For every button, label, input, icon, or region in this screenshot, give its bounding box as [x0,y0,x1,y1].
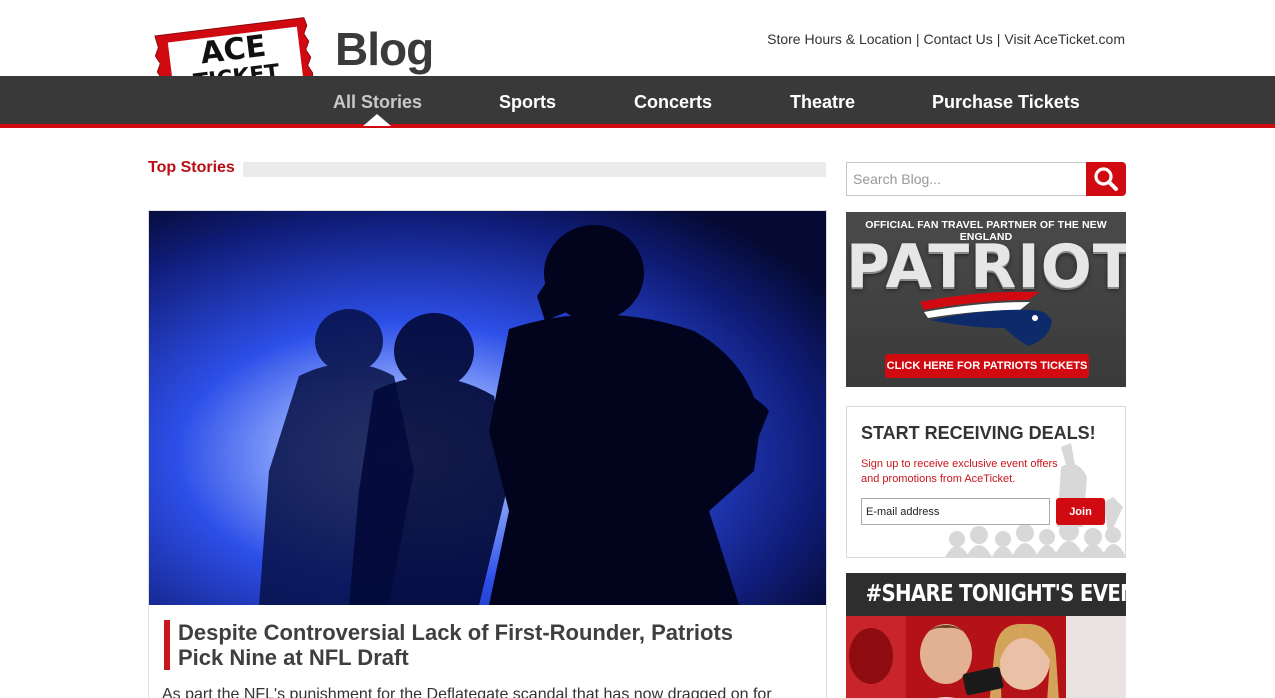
active-nav-caret [363,114,391,126]
email-field[interactable] [861,498,1050,525]
top-stories-title: Top Stories [148,159,235,176]
story-headline[interactable]: Despite Controversial Lack of First-Roun… [178,620,778,670]
join-button[interactable]: Join [1056,498,1105,525]
visit-aceticket-link[interactable]: Visit AceTicket.com [1004,31,1125,47]
nav-theatre[interactable]: Theatre [790,92,855,113]
patriots-logo-icon [920,288,1056,353]
nav-sports[interactable]: Sports [499,92,556,113]
nav-purchase-tickets[interactable]: Purchase Tickets [932,92,1080,113]
nav-concerts[interactable]: Concerts [634,92,712,113]
fans-photo [846,616,1126,698]
contact-us-link[interactable]: Contact Us [924,31,993,47]
share-title: #SHARE TONIGHT'S EVENT AND WIN! [865,581,1126,607]
story-hero-image[interactable] [149,211,826,605]
utility-links: Store Hours & Location | Contact Us | Visit … [767,31,1125,47]
search-input[interactable] [846,162,1087,196]
nav-all-stories[interactable]: All Stories [333,92,422,113]
patriots-tickets-cta[interactable]: CLICK HERE FOR PATRIOTS TICKETS [885,354,1089,378]
store-hours-link[interactable]: Store Hours & Location [767,31,912,47]
patriots-ad-banner[interactable]: OFFICIAL FAN TRAVEL PARTNER OF THE NEW E… [846,212,1126,387]
separator: | [996,31,1001,47]
story-excerpt: As part the NFL's punishment for the Def… [162,686,772,698]
nav-red-underline [0,124,1275,128]
deals-description: Sign up to receive exclusive event offer… [861,458,1058,485]
search-button[interactable] [1086,162,1126,196]
deals-title: START RECEIVING DEALS! [861,423,1096,443]
deals-signup-box: START RECEIVING DEALS! Sign up to receiv… [846,406,1126,558]
separator: | [915,31,920,47]
section-rule [243,162,826,177]
blog-label: Blog [335,23,434,75]
headline-accent-bar [164,620,170,670]
share-event-banner[interactable]: #SHARE TONIGHT'S EVENT AND WIN! [846,573,1126,698]
